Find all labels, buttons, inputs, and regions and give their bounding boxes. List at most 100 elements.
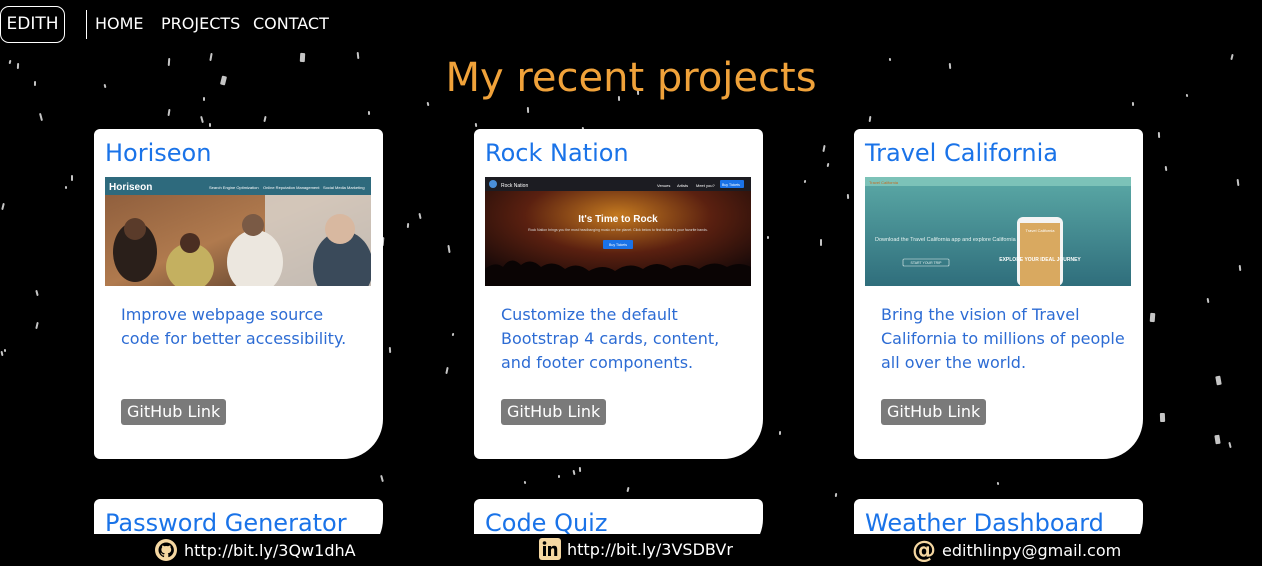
- svg-text:Rock Nation: Rock Nation: [501, 183, 528, 189]
- star: [418, 212, 422, 220]
- project-card-rock-nation: Rock Nation Rock Nation Venues Artists M…: [474, 129, 763, 459]
- nav-link-contact[interactable]: CONTACT: [253, 14, 329, 33]
- svg-text:Rock Nation brings you the mos: Rock Nation brings you the most headbang…: [528, 228, 708, 232]
- star: [35, 289, 39, 297]
- card-description: Bring the vision of Travel California to…: [881, 305, 1125, 372]
- svg-text:Meet you?: Meet you?: [696, 183, 715, 188]
- star: [64, 185, 68, 190]
- card-title[interactable]: Horiseon: [105, 139, 211, 167]
- svg-text:Travel California: Travel California: [869, 180, 899, 185]
- svg-text:Social Media Marketing: Social Media Marketing: [323, 185, 365, 190]
- card-title[interactable]: Password Generator: [105, 509, 347, 537]
- github-link-button[interactable]: GitHub Link: [501, 399, 607, 425]
- navbar: EDITH HOME PROJECTS CONTACT: [0, 0, 1262, 52]
- star: [996, 481, 1000, 486]
- footer-github[interactable]: http://bit.ly/3Qw1dhA: [154, 538, 356, 562]
- svg-text:It's Time to Rock: It's Time to Rock: [578, 214, 658, 225]
- star: [1238, 264, 1242, 272]
- card-title[interactable]: Rock Nation: [485, 139, 629, 167]
- star: [834, 492, 838, 498]
- footer: http://bit.ly/3Qw1dhA http://bit.ly/3VSD…: [0, 534, 1262, 566]
- star: [572, 469, 576, 476]
- thumb-header: Horiseon: [109, 182, 152, 193]
- card-description: Customize the default Bootstrap 4 cards,…: [501, 305, 720, 372]
- svg-text:Online Reputation Management: Online Reputation Management: [263, 185, 320, 190]
- star: [1214, 434, 1221, 445]
- svg-text:EXPLORE YOUR IDEAL JOURNEY: EXPLORE YOUR IDEAL JOURNEY: [999, 257, 1081, 263]
- nav-link-projects[interactable]: PROJECTS: [161, 14, 240, 33]
- star: [1159, 412, 1166, 423]
- github-icon: [155, 539, 177, 561]
- svg-text:@: @: [912, 538, 936, 562]
- star: [35, 321, 39, 330]
- star: [820, 239, 822, 246]
- page-title: My recent projects: [445, 55, 817, 101]
- project-card-travel-california: Travel California Travel California Down…: [854, 129, 1143, 459]
- star: [380, 474, 384, 483]
- svg-text:Buy Tickets: Buy Tickets: [722, 183, 740, 187]
- star: [1236, 178, 1240, 187]
- star: [445, 366, 449, 375]
- star: [38, 112, 44, 122]
- star: [557, 474, 561, 479]
- star: [406, 222, 410, 229]
- card-title[interactable]: Code Quiz: [485, 509, 607, 537]
- star: [1164, 165, 1168, 172]
- star: [263, 115, 267, 123]
- svg-text:Artists: Artists: [677, 183, 688, 188]
- star: [526, 106, 530, 114]
- project-card-horiseon: Horiseon Horiseon Search Engine Optimiza…: [94, 129, 383, 459]
- star: [626, 486, 630, 493]
- star: [523, 480, 527, 485]
- star: [846, 193, 850, 200]
- card-title[interactable]: Weather Dashboard: [865, 509, 1104, 537]
- svg-text:Download the Travel California: Download the Travel California app and e…: [875, 237, 1031, 243]
- star: [167, 108, 171, 117]
- linkedin-icon: [539, 538, 561, 560]
- star: [578, 466, 582, 473]
- at-sign-icon: @: [912, 538, 936, 562]
- footer-email[interactable]: @ edithlinpy@gmail.com: [912, 538, 1121, 562]
- star: [1, 202, 5, 211]
- star: [3, 348, 7, 353]
- linkedin-url[interactable]: http://bit.ly/3VSDBVr: [567, 540, 733, 559]
- nav-link-home[interactable]: HOME: [95, 14, 144, 33]
- svg-text:Travel California: Travel California: [1026, 228, 1056, 233]
- star: [803, 179, 807, 184]
- star: [1149, 312, 1156, 323]
- star: [766, 235, 770, 240]
- star: [1215, 375, 1222, 386]
- star: [1228, 441, 1232, 449]
- star: [200, 115, 204, 124]
- svg-text:Search Engine Optimization: Search Engine Optimization: [209, 185, 259, 190]
- star: [868, 115, 872, 123]
- svg-text:START YOUR TRIP: START YOUR TRIP: [911, 261, 943, 265]
- star: [388, 346, 392, 354]
- nav-separator: [86, 10, 87, 39]
- github-url[interactable]: http://bit.ly/3Qw1dhA: [184, 541, 356, 560]
- star: [208, 122, 212, 128]
- project-screenshot-rock-nation: Rock Nation Venues Artists Meet you? Buy…: [485, 177, 751, 286]
- card-description: Improve webpage source code for better a…: [121, 305, 347, 348]
- project-screenshot-travel-california: Travel California Download the Travel Ca…: [865, 177, 1131, 286]
- star: [778, 430, 782, 436]
- star: [451, 332, 455, 337]
- star: [71, 175, 73, 181]
- star: [0, 350, 4, 357]
- star: [367, 110, 371, 116]
- github-link-button[interactable]: GitHub Link: [121, 399, 227, 425]
- star: [474, 122, 478, 128]
- star: [447, 244, 451, 254]
- star: [1157, 131, 1161, 139]
- card-title[interactable]: Travel California: [865, 139, 1058, 167]
- star: [826, 162, 830, 168]
- email-address[interactable]: edithlinpy@gmail.com: [942, 541, 1121, 560]
- svg-text:Buy Tickets: Buy Tickets: [609, 243, 627, 247]
- star: [822, 144, 826, 153]
- github-link-button[interactable]: GitHub Link: [881, 399, 987, 425]
- footer-linkedin[interactable]: http://bit.ly/3VSDBVr: [539, 538, 733, 560]
- project-screenshot-horiseon: Horiseon Search Engine Optimization Onli…: [105, 177, 371, 286]
- star: [1206, 297, 1210, 304]
- svg-text:Venues: Venues: [657, 183, 670, 188]
- brand-logo[interactable]: EDITH: [0, 6, 65, 43]
